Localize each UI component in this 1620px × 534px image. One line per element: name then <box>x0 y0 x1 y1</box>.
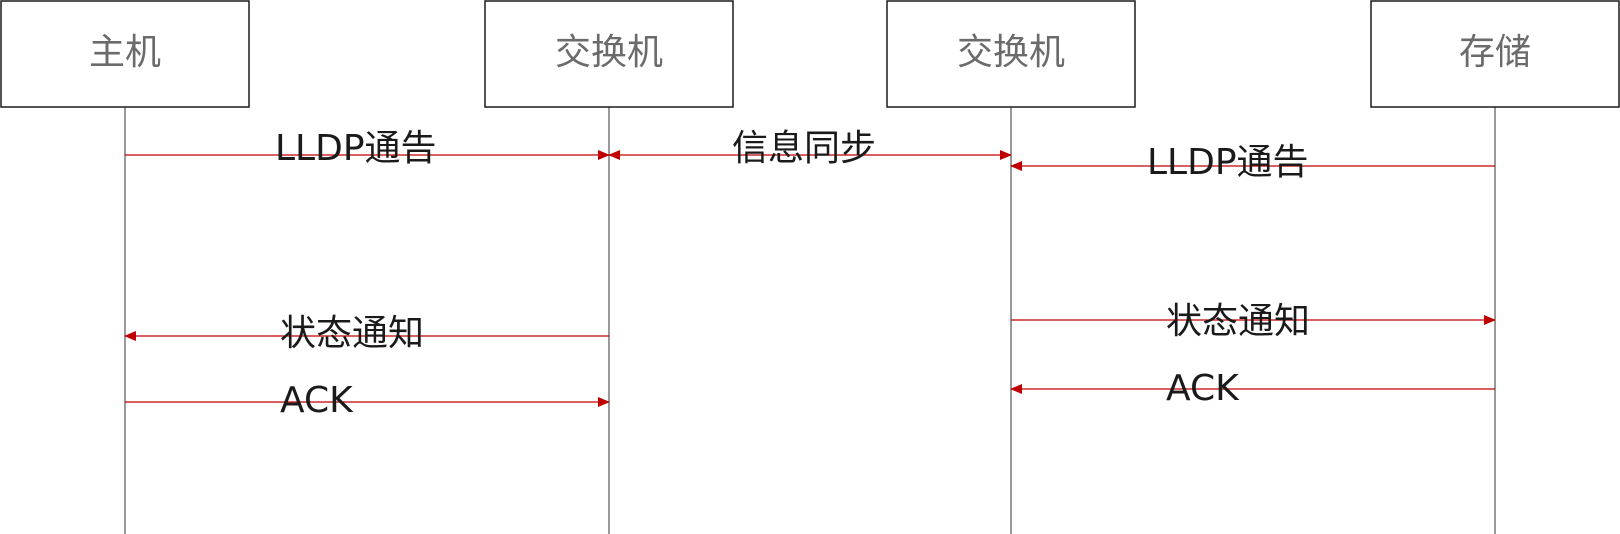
participant-host: 主机 <box>0 0 250 108</box>
message-info-sync: 信息同步 <box>608 128 1012 169</box>
message-label: 状态通知 <box>280 313 424 354</box>
sequence-diagram: 主机 交换机 交换机 存储 LLDP通告 信息同步 LLDP通告 状态通知 状态… <box>0 0 1620 534</box>
message-label: 信息同步 <box>732 128 876 169</box>
participant-switch-left: 交换机 <box>484 0 734 108</box>
participant-label: 主机 <box>89 32 161 73</box>
message-label: LLDP通告 <box>275 128 437 169</box>
message-label: ACK <box>280 380 354 421</box>
participant-label: 存储 <box>1459 32 1531 73</box>
message-lldp-storage-to-switch: LLDP通告 <box>1010 142 1495 183</box>
participant-storage: 存储 <box>1370 0 1620 108</box>
message-lldp-host-to-switch: LLDP通告 <box>125 128 610 169</box>
message-status-switch-to-host: 状态通知 <box>124 313 609 354</box>
message-status-switch-to-storage: 状态通知 <box>1011 301 1496 342</box>
message-ack-storage-to-switch: ACK <box>1010 368 1495 409</box>
message-label: ACK <box>1166 368 1240 409</box>
participant-label: 交换机 <box>555 32 663 73</box>
message-label: LLDP通告 <box>1147 142 1309 183</box>
participant-label: 交换机 <box>957 32 1065 73</box>
message-label: 状态通知 <box>1166 301 1310 342</box>
participant-switch-right: 交换机 <box>886 0 1136 108</box>
message-ack-host-to-switch: ACK <box>125 380 610 421</box>
